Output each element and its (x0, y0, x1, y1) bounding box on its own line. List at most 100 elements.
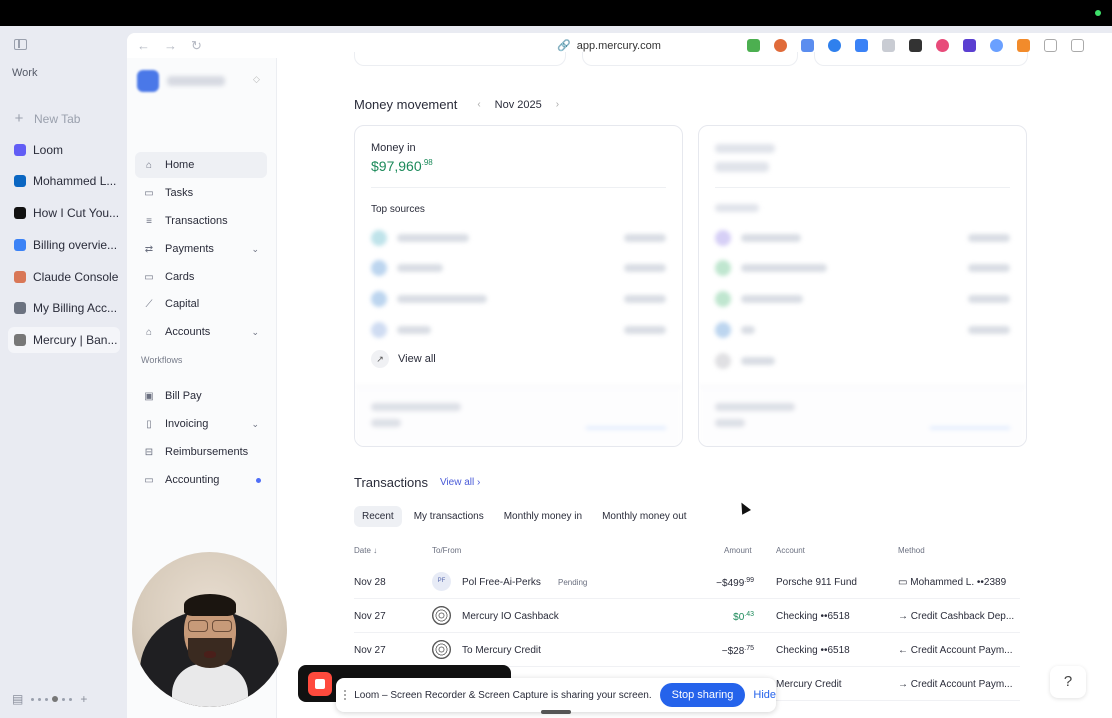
tasks-icon: ▭ (144, 187, 154, 199)
col-date[interactable]: Date ↓ (354, 546, 377, 555)
reload-icon[interactable]: ↻ (191, 38, 202, 54)
hide-button[interactable]: Hide (753, 689, 776, 701)
method-label: Credit Cashback Dep... (910, 611, 1015, 622)
chevron-down-icon: ⌄ (251, 418, 259, 429)
arc-tab-label: How I Cut You... (33, 206, 120, 220)
address-field[interactable]: 🔗 app.mercury.com (557, 39, 661, 53)
workflows-label: Workflows (141, 355, 183, 365)
card-icon: ▭ (898, 577, 908, 588)
sidebar-item-transactions[interactable]: ≡ Transactions (135, 208, 267, 234)
sidebar-item-reimbursements[interactable]: ⊟ Reimbursements (135, 439, 267, 465)
tab-my-transactions[interactable]: My transactions (406, 506, 492, 527)
arc-tab[interactable]: How I Cut You... (8, 200, 120, 226)
arc-tab-label: Claude Console (33, 270, 119, 284)
chevron-down-icon: ⌄ (251, 243, 259, 254)
row-counterparty: Pol Free-Ai-Perks (462, 577, 541, 588)
arc-tab[interactable]: Mercury | Ban... (8, 327, 120, 353)
arc-tab[interactable]: My Billing Acc... (8, 295, 120, 321)
transactions-view-all-link[interactable]: View all › (440, 477, 480, 488)
extension-icon[interactable] (990, 39, 1003, 52)
help-button[interactable]: ? (1050, 666, 1086, 698)
col-method: Method (898, 546, 925, 555)
sidebar-item-tasks[interactable]: ▭ Tasks (135, 180, 267, 206)
forward-icon[interactable]: → (164, 38, 177, 54)
sidebar-item-cards[interactable]: ▭ Cards (135, 264, 267, 290)
sidebar-item-label: Accounts (165, 326, 211, 338)
tab-monthly-money-in[interactable]: Monthly money in (496, 506, 590, 527)
arc-tab[interactable]: Loom (8, 137, 120, 163)
money-in-card[interactable]: Money in $97,960.98 Top sources ↗ View al… (354, 125, 683, 447)
extension-icon[interactable] (801, 39, 814, 52)
extension-icon[interactable] (747, 39, 760, 52)
money-out-card-redacted[interactable] (698, 125, 1027, 447)
row-date: Nov 27 (354, 611, 386, 622)
row-amount: −$499.99 (716, 577, 754, 589)
webcam-bubble[interactable] (132, 552, 287, 707)
table-row[interactable]: Nov 28 PF Pol Free-Ai-Perks Pending −$499.99… (354, 565, 1020, 599)
stop-sharing-button[interactable]: Stop sharing (659, 683, 746, 707)
money-in-footer-redacted (355, 386, 682, 446)
sidebar-item-label: Accounting (165, 474, 220, 486)
row-account: Porsche 911 Fund (776, 577, 857, 588)
archive-icon[interactable]: ▤ (12, 692, 23, 706)
arc-bottom-bar: ▤ + (12, 692, 87, 706)
url-text: app.mercury.com (576, 39, 661, 52)
sidebar-item-label: Tasks (165, 187, 194, 199)
chevron-right-icon[interactable]: › (556, 99, 559, 110)
extension-icon[interactable] (936, 39, 949, 52)
transactions-tabs: Recent My transactions Monthly money in Mon… (354, 506, 695, 527)
split-view-icon[interactable] (1071, 39, 1084, 52)
space-name: Work (12, 67, 38, 79)
arc-tab-label: Billing overvie... (33, 238, 118, 252)
arc-tab[interactable]: Claude Console (8, 264, 120, 290)
back-icon[interactable]: ← (137, 38, 150, 54)
extension-icon[interactable] (882, 39, 895, 52)
extension-icon[interactable] (963, 39, 976, 52)
extension-icon[interactable] (1017, 39, 1030, 52)
tab-monthly-money-out[interactable]: Monthly money out (594, 506, 695, 527)
arrow-left-icon: ← (898, 645, 908, 656)
money-in-view-all[interactable]: ↗ View all (371, 350, 436, 368)
tab-recent[interactable]: Recent (354, 506, 402, 527)
accounts-icon: ⌂ (145, 326, 153, 338)
col-account: Account (776, 546, 805, 555)
chevron-left-icon[interactable]: ‹ (477, 99, 480, 110)
extension-icon[interactable] (909, 39, 922, 52)
mercury-logo-icon (432, 640, 451, 659)
sidebar-item-payments[interactable]: ⇄ Payments ⌄ (135, 236, 267, 262)
add-space-icon[interactable]: + (80, 692, 87, 706)
claude-icon (14, 271, 26, 283)
sidebar-item-accounts[interactable]: ⌂ Accounts ⌄ (135, 319, 267, 345)
money-movement-header: Money movement ‹ Nov 2025 › (354, 97, 559, 112)
accounting-icon: ▭ (144, 474, 154, 486)
table-row[interactable]: Nov 27 To Mercury Credit −$28.75 Checking •… (354, 633, 1020, 667)
org-switcher[interactable]: ◇ (137, 70, 260, 92)
reader-icon[interactable] (1044, 39, 1057, 52)
sidebar-item-bill-pay[interactable]: ▣ Bill Pay (135, 383, 267, 409)
space-switcher[interactable] (31, 696, 73, 702)
arc-tab[interactable]: Mohammed L... (8, 168, 120, 194)
home-icon: ⌂ (145, 159, 153, 171)
amount-cents: .43 (744, 611, 754, 618)
new-tab-button[interactable]: + New Tab (12, 110, 81, 127)
loom-icon (14, 144, 26, 156)
sidebar-item-capital[interactable]: ⟋ Capital (135, 291, 267, 317)
row-account: Checking ••6518 (776, 611, 850, 622)
table-row[interactable]: Nov 27 Mercury IO Cashback $0.43 Checking •… (354, 599, 1020, 633)
arc-tab[interactable]: Billing overvie... (8, 232, 120, 258)
extension-icon[interactable] (774, 39, 787, 52)
extension-icon[interactable] (855, 39, 868, 52)
notion-icon (14, 207, 26, 219)
sidebar-item-invoicing[interactable]: ▯ Invoicing ⌄ (135, 411, 267, 437)
stop-recording-button[interactable] (308, 672, 332, 696)
invoicing-icon: ▯ (146, 418, 152, 430)
mercury-icon (14, 334, 26, 346)
scroll-handle[interactable] (541, 710, 571, 714)
sidebar-item-home[interactable]: ⌂ Home (135, 152, 267, 178)
row-account: Checking ••6518 (776, 645, 850, 656)
arc-tab-label: My Billing Acc... (33, 301, 118, 315)
extension-icon[interactable] (828, 39, 841, 52)
drag-handle-icon[interactable] (344, 690, 347, 700)
sidebar-item-accounting[interactable]: ▭ Accounting (135, 467, 267, 493)
sidebar-toggle-icon[interactable] (14, 39, 27, 50)
